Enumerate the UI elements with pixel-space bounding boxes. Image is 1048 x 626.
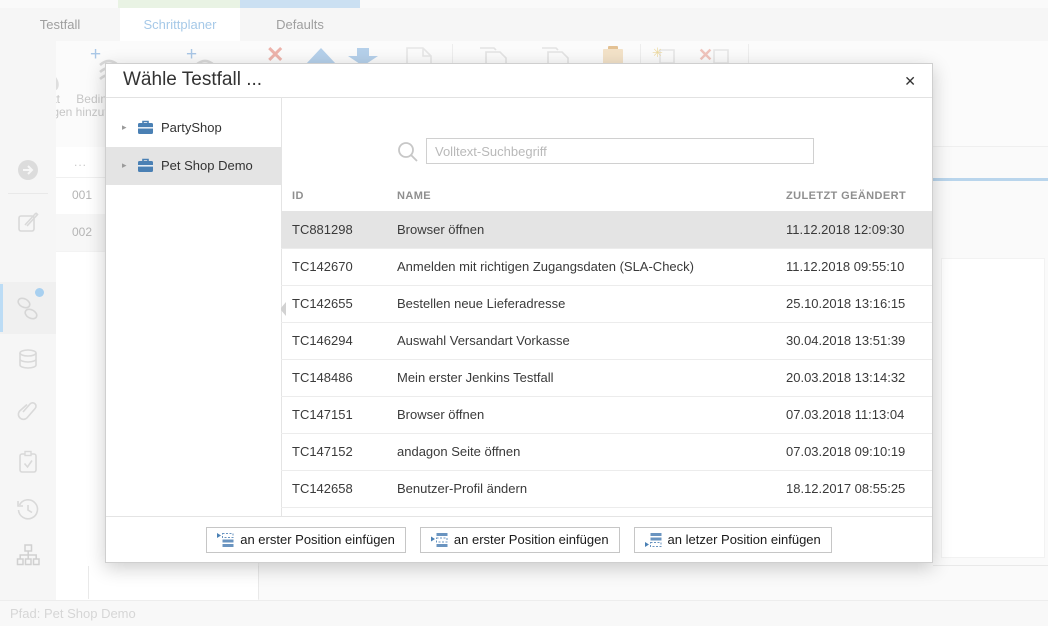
sidebar-item-goto[interactable] bbox=[0, 144, 56, 196]
arrow-right-circle-icon bbox=[15, 157, 41, 183]
path-label: Pfad: Pet Shop Demo bbox=[10, 606, 136, 621]
tab-accent-blue bbox=[240, 0, 360, 8]
insert-before-selected-button[interactable]: an erster Position einfügen bbox=[420, 527, 620, 553]
close-icon[interactable]: ✕ bbox=[900, 71, 920, 92]
svg-text:✕: ✕ bbox=[698, 45, 713, 63]
table-body: TC881298Browser öffnen11.12.2018 12:09:3… bbox=[281, 211, 932, 517]
tab-bar: Testfall Schrittplaner Defaults bbox=[0, 8, 1048, 42]
paperclip-icon bbox=[15, 398, 41, 424]
bg-selected-row-accent bbox=[933, 178, 1048, 181]
tab-testfall[interactable]: Testfall bbox=[0, 8, 120, 41]
insert-before-icon bbox=[431, 533, 448, 547]
table-row[interactable]: TC147151Browser öffnen07.03.2018 11:13:0… bbox=[281, 396, 932, 434]
column-id[interactable]: ID bbox=[292, 190, 304, 202]
insert-first-position-button[interactable]: an erster Position einfügen bbox=[206, 527, 406, 553]
sidebar-item-steps[interactable] bbox=[0, 282, 56, 334]
table-header: ID NAME ZULETZT GEÄNDERT bbox=[281, 181, 932, 211]
bg-divider bbox=[933, 146, 1048, 147]
tree-item-label: PartyShop bbox=[161, 120, 222, 135]
insert-last-icon bbox=[645, 533, 662, 547]
project-tree: ▸ PartyShop ▸ Pet Shop Demo bbox=[106, 97, 282, 517]
delete-testcase-icon[interactable]: ✕ bbox=[698, 45, 732, 63]
sidebar-item-history[interactable] bbox=[0, 483, 56, 535]
caret-icon[interactable]: ▸ bbox=[122, 160, 127, 171]
table-row[interactable]: TC142655Bestellen neue Lieferadresse25.1… bbox=[281, 285, 932, 323]
briefcase-icon bbox=[137, 120, 154, 135]
history-icon bbox=[15, 496, 41, 522]
sidebar-item-checklist[interactable] bbox=[0, 436, 56, 488]
svg-text:✳: ✳ bbox=[652, 45, 663, 60]
sidebar-item-data[interactable] bbox=[0, 334, 56, 386]
dialog-header: Wähle Testfall ... ✕ bbox=[106, 64, 932, 98]
tree-item-label: Pet Shop Demo bbox=[161, 158, 253, 173]
table-row[interactable]: TC142658Benutzer-Profil ändern18.12.2017… bbox=[281, 470, 932, 508]
sidebar-item-attachments[interactable] bbox=[0, 385, 56, 437]
left-sidebar bbox=[0, 41, 56, 600]
sitemap-icon bbox=[15, 542, 41, 568]
search-input[interactable] bbox=[426, 138, 814, 164]
dialog-footer: an erster Position einfügen an erster Po… bbox=[106, 516, 932, 562]
new-testcase-icon[interactable]: ✳ bbox=[652, 45, 682, 63]
collapse-tree-handle[interactable] bbox=[281, 302, 286, 316]
caret-icon[interactable]: ▸ bbox=[122, 122, 127, 133]
clipboard-check-icon bbox=[15, 449, 41, 475]
tab-accent-green bbox=[118, 0, 240, 8]
edit-icon bbox=[15, 209, 41, 235]
column-modified[interactable]: ZULETZT GEÄNDERT bbox=[786, 190, 906, 202]
table-row[interactable]: TC148486Mein erster Jenkins Testfall20.0… bbox=[281, 359, 932, 397]
table-row[interactable]: TC147152andagon Seite öffnen07.03.2018 0… bbox=[281, 433, 932, 471]
paste-icon[interactable] bbox=[600, 46, 630, 64]
database-icon bbox=[15, 347, 41, 373]
footsteps-icon bbox=[14, 294, 42, 322]
insert-last-position-button[interactable]: an letzer Position einfügen bbox=[634, 527, 832, 553]
bg-detail-panel bbox=[941, 258, 1045, 558]
insert-first-icon bbox=[217, 533, 234, 547]
tree-item-petshopdemo[interactable]: ▸ Pet Shop Demo bbox=[106, 147, 281, 185]
table-row[interactable]: TC142670Anmelden mit richtigen Zugangsda… bbox=[281, 248, 932, 286]
tree-item-partyshop[interactable]: ▸ PartyShop bbox=[106, 109, 281, 147]
dialog-title: Wähle Testfall ... bbox=[123, 69, 262, 91]
app-window: Testfall Schrittplaner Defaults + Schrit… bbox=[0, 0, 1048, 626]
sidebar-item-structure[interactable] bbox=[0, 529, 56, 581]
tab-schrittplaner[interactable]: Schrittplaner bbox=[120, 8, 240, 41]
search-icon bbox=[396, 140, 420, 164]
briefcase-icon bbox=[137, 158, 154, 173]
testcase-list-panel: ID NAME ZULETZT GEÄNDERT TC881298Browser… bbox=[281, 97, 932, 517]
table-row[interactable]: TC881298Browser öffnen11.12.2018 12:09:3… bbox=[281, 211, 932, 249]
tab-defaults[interactable]: Defaults bbox=[240, 8, 360, 41]
sidebar-item-edit[interactable] bbox=[0, 196, 56, 248]
notification-dot bbox=[35, 288, 44, 297]
bg-divider bbox=[933, 565, 1048, 566]
table-row[interactable]: TC146294Auswahl Versandart Vorkasse30.04… bbox=[281, 322, 932, 360]
choose-testcase-dialog: Wähle Testfall ... ✕ ▸ PartyShop ▸ bbox=[105, 63, 933, 563]
column-name[interactable]: NAME bbox=[397, 190, 431, 202]
bg-panel-fragment bbox=[88, 566, 259, 599]
status-bar: Pfad: Pet Shop Demo bbox=[0, 600, 1048, 626]
